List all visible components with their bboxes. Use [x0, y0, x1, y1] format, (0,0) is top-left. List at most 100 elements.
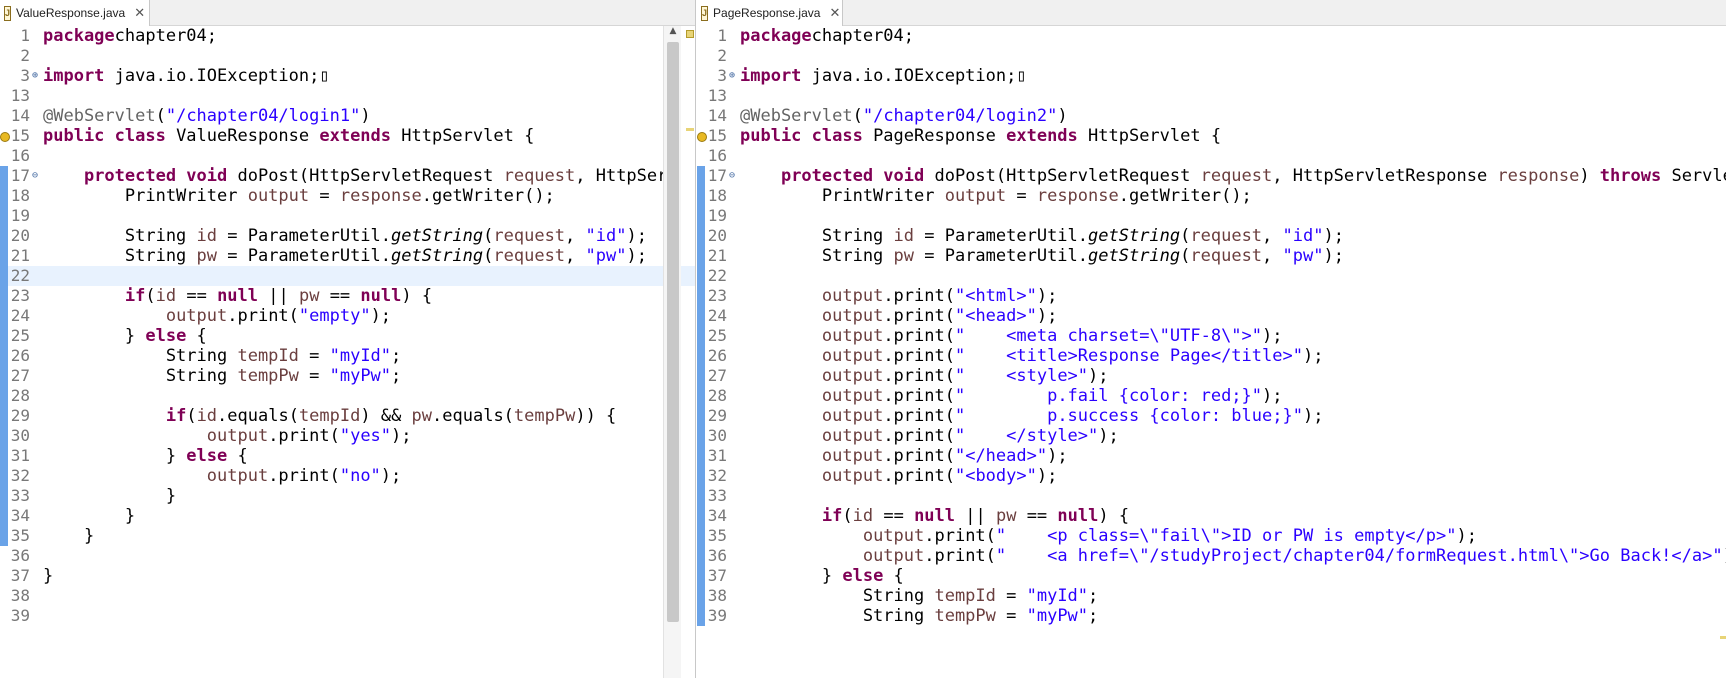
code-line[interactable]: 29 output.print(" p.success {color: blue…	[697, 406, 1726, 426]
code-line[interactable]: 36	[0, 546, 695, 566]
code-line[interactable]: 23 if(id == null || pw == null) {	[0, 286, 695, 306]
code-line[interactable]: 39 String tempPw = "myPw";	[697, 606, 1726, 626]
code-line[interactable]: 21 String pw = ParameterUtil.getString(r…	[697, 246, 1726, 266]
code-token: =	[298, 366, 330, 386]
left-editor-pane[interactable]: J ValueResponse.java ✕ 1 packagechapter04…	[0, 0, 696, 678]
code-line[interactable]: 34 }	[0, 506, 695, 526]
code-line[interactable]: 31 output.print("</head>");	[697, 446, 1726, 466]
code-line[interactable]: 26 output.print(" <title>Response Page</…	[697, 346, 1726, 366]
code-line[interactable]: 15 public class PageResponse extends Http…	[697, 126, 1726, 146]
code-line[interactable]: 14 @WebServlet("/chapter04/login1")	[0, 106, 695, 126]
code-text: } else {	[740, 566, 904, 586]
code-line[interactable]: 38 String tempId = "myId";	[697, 586, 1726, 606]
code-token: " <style>"	[954, 366, 1089, 386]
code-line[interactable]: 13	[0, 86, 695, 106]
code-token: );	[1047, 446, 1068, 466]
code-token: HttpServlet {	[391, 126, 535, 146]
code-line[interactable]: 27 output.print(" <style>");	[697, 366, 1726, 386]
collapse-fold-icon[interactable]: ⊖	[30, 166, 40, 186]
code-line[interactable]: 35 output.print(" <p class=\"fail\">ID o…	[697, 526, 1726, 546]
code-line[interactable]: 25 } else {	[0, 326, 695, 346]
close-icon[interactable]: ✕	[829, 6, 840, 21]
code-line[interactable]: 28 output.print(" p.fail {color: red;}")…	[697, 386, 1726, 406]
code-line[interactable]: 2	[0, 46, 695, 66]
line-number: 2	[717, 46, 727, 65]
code-token: = ParameterUtil.	[217, 246, 392, 266]
code-token: public class	[43, 126, 166, 146]
overview-warning-marker[interactable]	[1720, 636, 1726, 639]
line-number: 38	[10, 586, 30, 605]
code-line[interactable]: 13	[697, 86, 1726, 106]
code-text: String id = ParameterUtil.getString(requ…	[740, 226, 1344, 246]
close-icon[interactable]: ✕	[134, 6, 145, 21]
code-line[interactable]: 30 output.print(" </style>");	[697, 426, 1726, 446]
code-line[interactable]: 16	[697, 146, 1726, 166]
code-line[interactable]: 33 }	[0, 486, 695, 506]
code-line[interactable]: 28	[0, 386, 695, 406]
code-line[interactable]: 26 String tempId = "myId";	[0, 346, 695, 366]
code-token: String	[740, 586, 935, 606]
code-line[interactable]: 29 if(id.equals(tempId) && pw.equals(tem…	[0, 406, 695, 426]
code-token: else	[842, 566, 884, 586]
code-line[interactable]: 22	[0, 266, 695, 286]
code-token: {	[186, 326, 207, 346]
overview-warning-marker[interactable]	[686, 30, 694, 38]
code-line[interactable]: 23 output.print("<html>");	[697, 286, 1726, 306]
code-line[interactable]: 31 } else {	[0, 446, 695, 466]
code-line[interactable]: 19	[0, 206, 695, 226]
code-line[interactable]: 17 ⊖ protected void doPost(HttpServletReq…	[0, 166, 695, 186]
code-line[interactable]: 37}	[0, 566, 695, 586]
code-line[interactable]: 18 PrintWriter output = response.getWrit…	[0, 186, 695, 206]
scroll-up-arrow-icon[interactable]: ▲	[664, 26, 682, 40]
code-line[interactable]: 36 output.print(" <a href=\"/studyProjec…	[697, 546, 1726, 566]
code-line[interactable]: 39	[0, 606, 695, 626]
code-token: String	[740, 246, 894, 266]
right-code-area[interactable]: 1 packagechapter04; 2 3 ⊕ import java.io.IOEx…	[697, 26, 1726, 678]
code-token: ) {	[1098, 506, 1130, 526]
overview-warning-marker[interactable]	[686, 128, 694, 131]
code-token: import	[740, 66, 802, 86]
code-line[interactable]: 24 output.print("empty");	[0, 306, 695, 326]
tab-pageresponse[interactable]: J PageResponse.java ✕	[697, 0, 843, 26]
code-line[interactable]: 35 }	[0, 526, 695, 546]
code-line[interactable]: 20 String id = ParameterUtil.getString(r…	[0, 226, 695, 246]
code-line[interactable]: 3 ⊕ import java.io.IOException;▯	[697, 66, 1726, 86]
code-line[interactable]: 1 packagechapter04;	[0, 26, 695, 46]
code-line[interactable]: 22	[697, 266, 1726, 286]
warning-icon[interactable]	[0, 132, 10, 142]
code-line[interactable]: 17 ⊖ protected void doPost(HttpServletReq…	[697, 166, 1726, 186]
code-token: (	[155, 106, 166, 126]
tab-valueresponse[interactable]: J ValueResponse.java ✕	[0, 0, 150, 26]
code-line[interactable]: 2	[697, 46, 1726, 66]
code-line[interactable]: 24 output.print("<head>");	[697, 306, 1726, 326]
code-line[interactable]: 27 String tempPw = "myPw";	[0, 366, 695, 386]
code-line[interactable]: 34 if(id == null || pw == null) {	[697, 506, 1726, 526]
code-line[interactable]: 38	[0, 586, 695, 606]
code-line[interactable]: 32 output.print("no");	[0, 466, 695, 486]
code-line[interactable]: 18 PrintWriter output = response.getWrit…	[697, 186, 1726, 206]
collapse-fold-icon[interactable]: ⊖	[727, 166, 737, 186]
code-line[interactable]: 20 String id = ParameterUtil.getString(r…	[697, 226, 1726, 246]
code-line[interactable]: 25 output.print(" <meta charset=\"UTF-8\…	[697, 326, 1726, 346]
code-line[interactable]: 3 ⊕ import java.io.IOException;▯	[0, 66, 695, 86]
expand-fold-icon[interactable]: ⊕	[30, 66, 40, 86]
expand-fold-icon[interactable]: ⊕	[727, 66, 737, 86]
code-text: String tempId = "myId";	[740, 586, 1098, 606]
code-line[interactable]: 21 String pw = ParameterUtil.getString(r…	[0, 246, 695, 266]
code-token: ) {	[401, 286, 433, 306]
warning-icon[interactable]	[697, 132, 707, 142]
scrollbar-thumb[interactable]	[667, 42, 679, 622]
code-line[interactable]: 14 @WebServlet("/chapter04/login2")	[697, 106, 1726, 126]
code-token: "pw"	[585, 246, 627, 266]
right-editor-pane[interactable]: J PageResponse.java ✕ 1 packagechapter04;…	[697, 0, 1726, 678]
code-line[interactable]: 32 output.print("<body>");	[697, 466, 1726, 486]
code-line[interactable]: 30 output.print("yes");	[0, 426, 695, 446]
code-line[interactable]: 37 } else {	[697, 566, 1726, 586]
code-line[interactable]: 19	[697, 206, 1726, 226]
left-code-area[interactable]: 1 packagechapter04; 2 3 ⊕ import java.io.IOEx…	[0, 26, 695, 678]
code-line[interactable]: 16	[0, 146, 695, 166]
left-vertical-scrollbar[interactable]: ▲	[663, 26, 681, 678]
code-line[interactable]: 15 public class ValueResponse extends Htt…	[0, 126, 695, 146]
code-line[interactable]: 33	[697, 486, 1726, 506]
code-line[interactable]: 1 packagechapter04;	[697, 26, 1726, 46]
